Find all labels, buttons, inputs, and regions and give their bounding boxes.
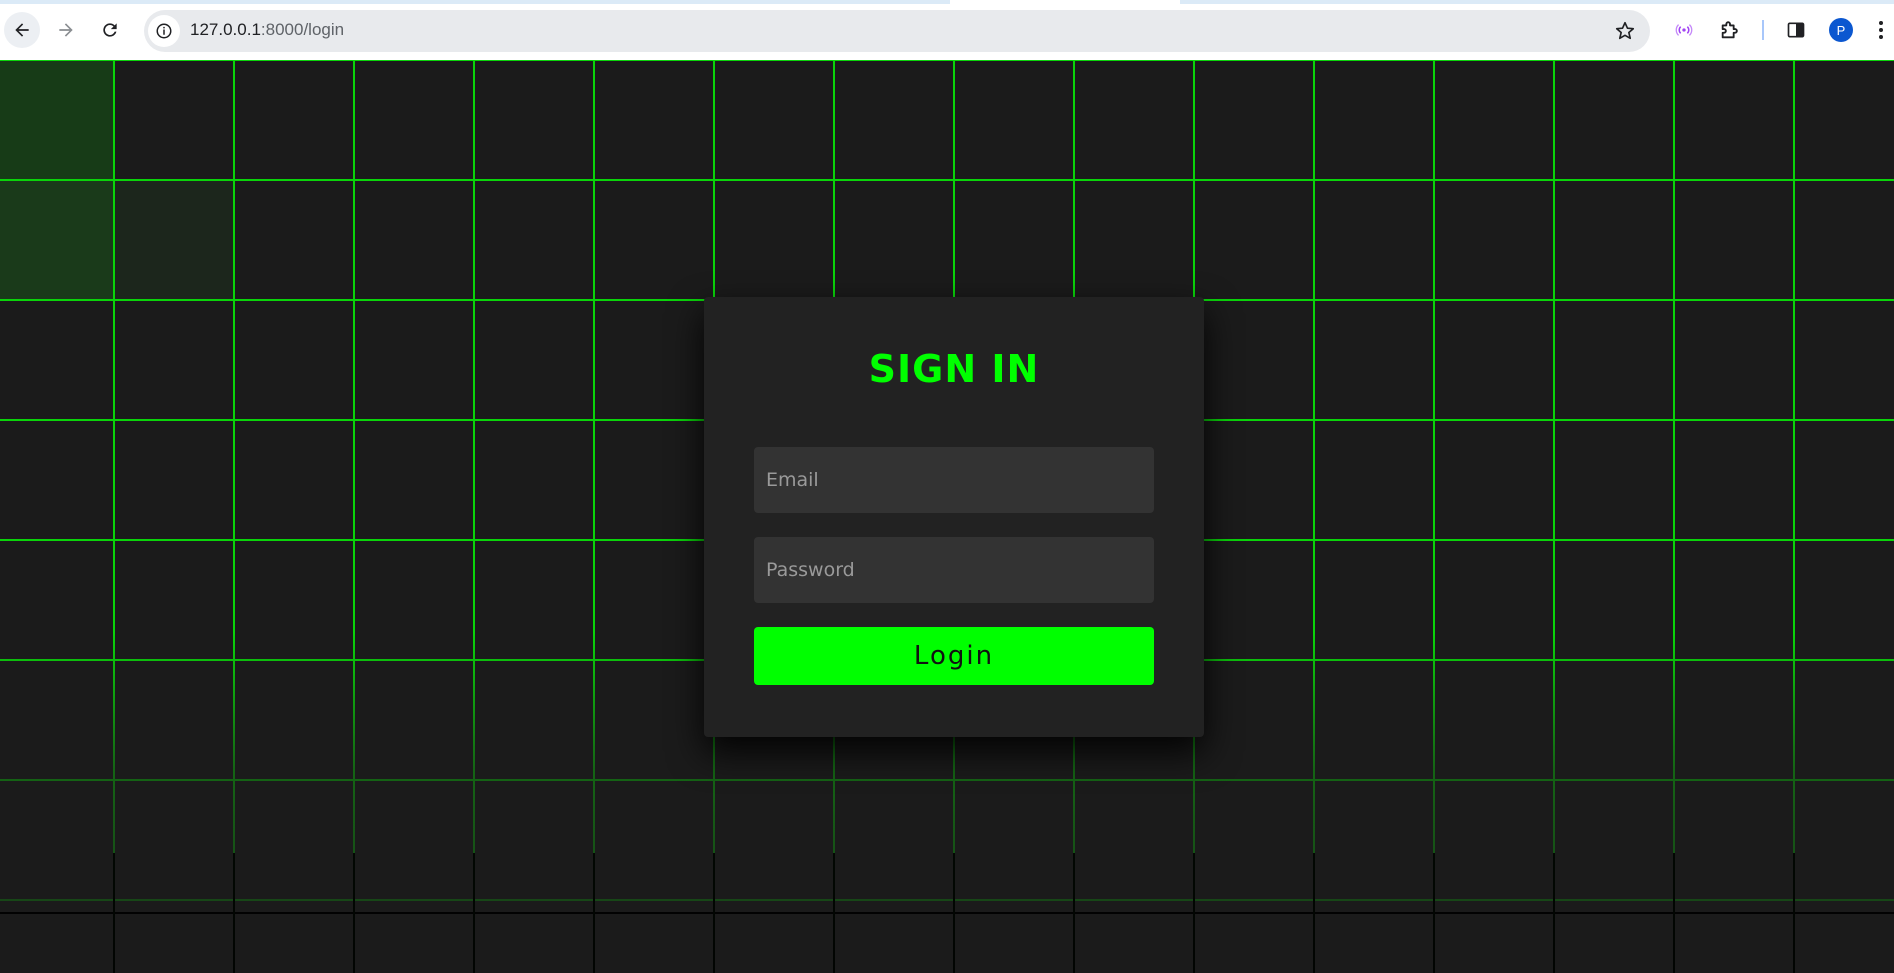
reload-icon xyxy=(103,23,117,37)
cast-button[interactable] xyxy=(1672,18,1696,42)
login-button[interactable]: Login xyxy=(754,627,1154,685)
reload-button[interactable] xyxy=(92,12,128,48)
star-icon[interactable] xyxy=(1614,20,1636,42)
browser-toolbar: 127.0.0.1:8000/login P xyxy=(0,0,1894,60)
cast-icon xyxy=(1675,24,1693,36)
forward-button[interactable] xyxy=(48,12,84,48)
toolbar-divider xyxy=(1762,20,1764,40)
extensions-button[interactable] xyxy=(1718,18,1742,42)
arrow-left-icon xyxy=(15,23,29,37)
info-icon xyxy=(156,23,172,39)
more-vertical-icon[interactable] xyxy=(1876,18,1886,42)
url-host: 127.0.0.1 xyxy=(190,20,261,39)
tab-strip xyxy=(0,0,1894,4)
email-input[interactable] xyxy=(754,447,1154,513)
address-bar[interactable]: 127.0.0.1:8000/login xyxy=(144,10,1650,52)
side-panel-icon xyxy=(1787,22,1805,38)
site-info-button[interactable] xyxy=(148,15,180,47)
url-path: :8000/login xyxy=(260,20,345,39)
side-panel-button[interactable] xyxy=(1784,18,1808,42)
login-page: SIGN IN Login xyxy=(0,60,1894,973)
puzzle-icon xyxy=(1721,21,1738,39)
profile-avatar[interactable]: P xyxy=(1829,18,1853,42)
grid-dark-lines xyxy=(0,853,1894,973)
url-text[interactable]: 127.0.0.1:8000/login xyxy=(190,20,344,40)
arrow-right-icon xyxy=(59,23,73,37)
login-title: SIGN IN xyxy=(868,347,1040,391)
login-card: SIGN IN Login xyxy=(704,297,1204,737)
password-input[interactable] xyxy=(754,537,1154,603)
back-button[interactable] xyxy=(4,12,40,48)
